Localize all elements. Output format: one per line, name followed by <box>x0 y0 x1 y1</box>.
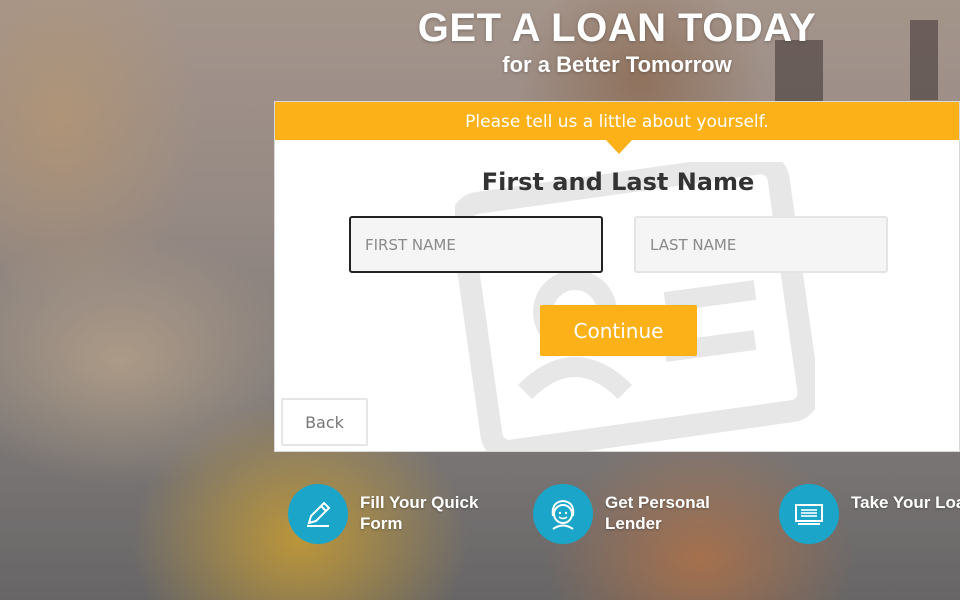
hero-title: GET A LOAN TODAY <box>417 6 817 50</box>
step-circle <box>779 484 839 544</box>
person-icon <box>551 499 575 530</box>
step-circle <box>533 484 593 544</box>
step-label: Get Personal Lender <box>605 493 710 533</box>
continue-button[interactable]: Continue <box>540 305 697 356</box>
hero-subtitle: for a Better Tomorrow <box>502 52 732 77</box>
form-banner: Please tell us a little about yourself. <box>275 102 959 154</box>
step-label: Fill Your Quick Form <box>360 493 479 533</box>
cash-icon <box>795 504 823 525</box>
back-button[interactable]: Back <box>281 398 368 446</box>
pencil-icon <box>307 501 331 527</box>
step-circle <box>288 484 348 544</box>
first-name-input[interactable] <box>349 216 603 273</box>
form-heading: First and Last Name <box>481 168 755 196</box>
last-name-input[interactable] <box>634 216 888 273</box>
step-label: Take Your Loan! <box>851 493 960 512</box>
loan-form-card: Please tell us a little about yourself. … <box>274 101 960 452</box>
